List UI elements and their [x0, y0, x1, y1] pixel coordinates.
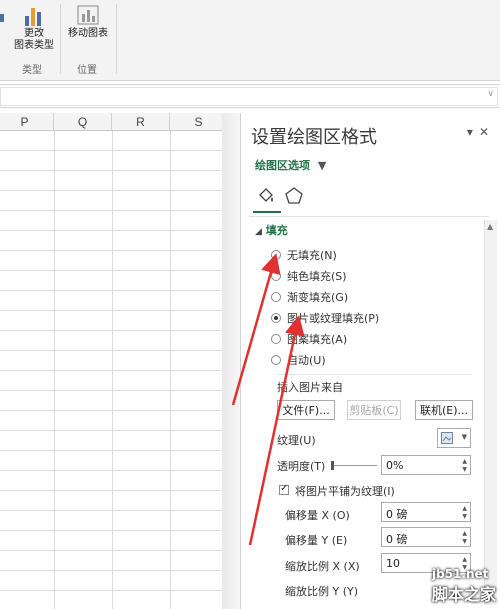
- watermark: jb51.net 脚本之家: [432, 567, 496, 605]
- annotation-arrows: [231, 253, 305, 546]
- watermark-url: jb51.net: [431, 567, 489, 581]
- red-arrow-to-fill: [231, 253, 281, 406]
- red-arrow-to-picture-fill: [248, 315, 305, 546]
- watermark-name: 脚本之家: [431, 585, 496, 604]
